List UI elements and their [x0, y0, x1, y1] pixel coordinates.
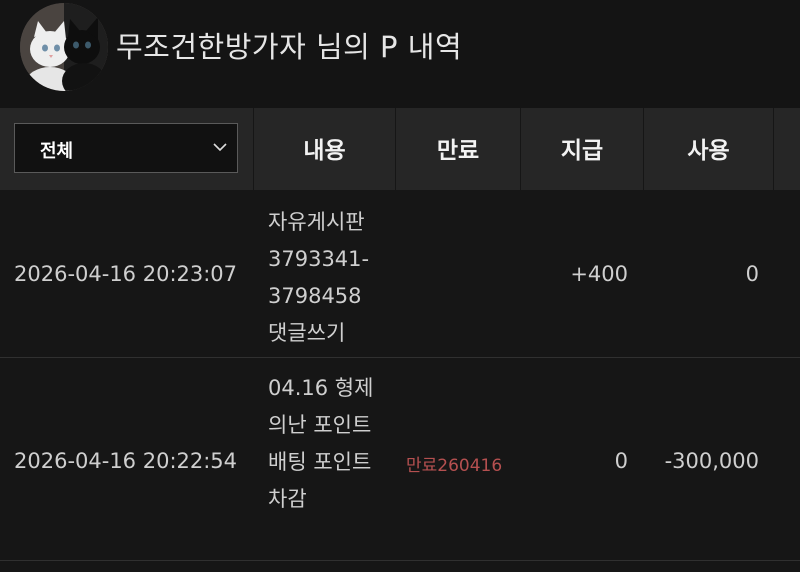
- header-divider: [773, 108, 774, 190]
- row-expire: 만료260416: [406, 456, 503, 476]
- row-earn: +400: [570, 262, 628, 286]
- row-datetime: 2026-04-16 20:22:54: [14, 449, 238, 473]
- column-header-expire: 만료: [436, 138, 480, 164]
- row-content: 04.16 형제의난 포인트 배팅 포인트 차감: [268, 376, 374, 511]
- column-header-content: 내용: [303, 138, 346, 164]
- row-divider: [0, 357, 800, 358]
- cat-photo-icon: [20, 3, 108, 91]
- row-use: -300,000: [664, 449, 759, 473]
- row-content: 자유게시판 3793341-3798458 댓글쓰기: [268, 210, 370, 345]
- avatar: [20, 3, 108, 91]
- type-filter-select[interactable]: 전체: [14, 123, 238, 173]
- filter-selected-value: 전체: [40, 141, 74, 162]
- row-divider: [0, 560, 800, 561]
- row-datetime: 2026-04-16 20:23:07: [14, 262, 238, 286]
- chevron-down-icon: [211, 138, 229, 161]
- row-use: 0: [745, 262, 759, 286]
- row-earn: 0: [614, 449, 628, 473]
- page-title: 무조건한방가자 님의 P 내역: [116, 30, 463, 64]
- column-header-earn: 지급: [560, 138, 604, 164]
- column-header-use: 사용: [687, 138, 730, 164]
